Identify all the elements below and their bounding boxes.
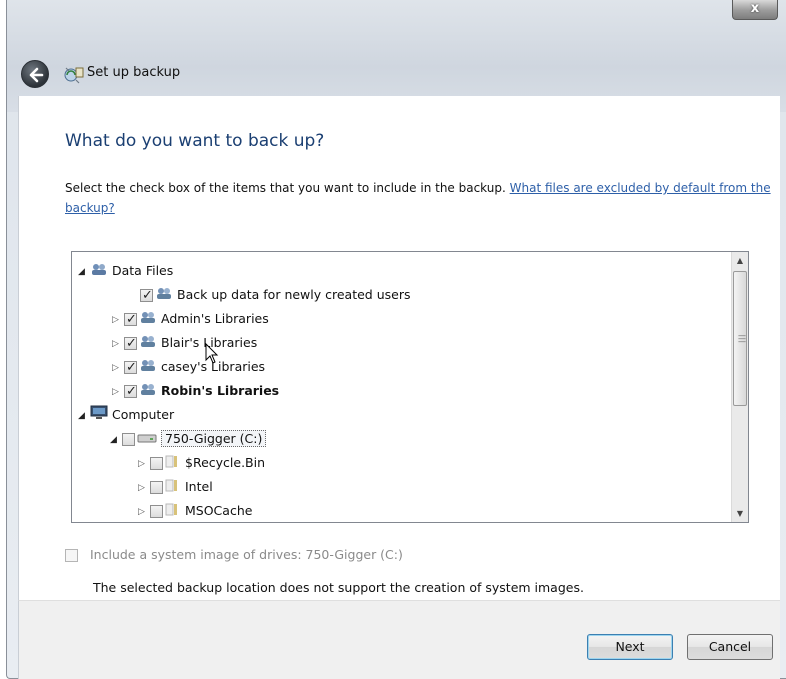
tree-item-label: Computer <box>112 407 175 422</box>
drive-icon <box>137 429 157 451</box>
tree-item[interactable]: ▷ Robin's Libraries <box>112 380 280 403</box>
collapsed-arrow-icon[interactable]: ▷ <box>112 333 124 355</box>
collapsed-arrow-icon[interactable]: ▷ <box>112 309 124 331</box>
system-image-label: Include a system image of drives: 750-Gi… <box>89 547 403 562</box>
system-image-notice: The selected backup location does not su… <box>93 580 584 595</box>
tree-item-label: Admin's Libraries <box>161 311 269 326</box>
item-checkbox[interactable] <box>150 481 163 494</box>
cancel-button[interactable]: Cancel <box>687 634 773 660</box>
tree-item[interactable]: ▷casey's Libraries <box>112 356 265 379</box>
users-icon <box>139 309 157 331</box>
tree-item[interactable]: ▷Blair's Libraries <box>112 332 257 355</box>
tree-item[interactable]: ◢ 750-Gigger (C:) <box>110 428 267 451</box>
scroll-down-arrow-icon[interactable]: ▼ <box>732 505 748 522</box>
tree-item[interactable]: ◢ Computer <box>78 404 174 426</box>
instructions-label: Select the check box of the items that y… <box>65 181 506 195</box>
item-checkbox[interactable] <box>124 309 137 331</box>
backup-setup-icon <box>64 67 84 84</box>
item-checkbox[interactable] <box>124 357 137 379</box>
item-checkbox[interactable] <box>124 381 137 403</box>
content-panel: What do you want to back up? Select the … <box>18 96 780 600</box>
tree-scrollbar[interactable]: ▲ — — — ▼ <box>731 252 748 522</box>
close-button[interactable]: x <box>732 0 778 20</box>
system-image-checkbox[interactable] <box>65 549 78 562</box>
backup-items-tree[interactable]: ▲ ——— ▼ ◢ Data FilesBack up data for newl… <box>71 251 749 523</box>
tree-item[interactable]: ▷ $Recycle.Bin <box>138 452 265 474</box>
collapsed-arrow-icon[interactable]: ▷ <box>138 453 150 475</box>
collapsed-arrow-icon[interactable]: ▷ <box>112 357 124 379</box>
tree-item-label: Data Files <box>112 263 174 278</box>
tree-item-label: $Recycle.Bin <box>185 455 266 470</box>
expanded-arrow-icon[interactable]: ◢ <box>78 405 90 427</box>
tree-item[interactable]: ▷ Intel <box>138 476 213 498</box>
item-checkbox[interactable] <box>150 457 163 470</box>
data-files-icon <box>90 261 108 283</box>
users-icon <box>139 333 157 355</box>
mouse-cursor-icon <box>205 343 219 364</box>
tree-item[interactable]: ▷ MSOCache <box>138 500 252 522</box>
users-icon <box>155 285 173 307</box>
tree-item-label: Robin's Libraries <box>161 383 280 398</box>
item-checkbox[interactable] <box>124 333 137 355</box>
scroll-up-arrow-icon[interactable]: ▲ <box>732 252 748 269</box>
collapsed-arrow-icon[interactable]: ▷ <box>138 477 150 499</box>
back-button[interactable] <box>21 60 49 88</box>
users-icon <box>139 357 157 379</box>
item-checkbox[interactable] <box>140 285 153 307</box>
wizard-footer: Next Cancel <box>18 600 780 679</box>
tree-item-label: 750-Gigger (C:) <box>161 430 267 447</box>
collapsed-arrow-icon[interactable]: ▷ <box>112 381 124 403</box>
item-checkbox[interactable] <box>122 433 135 446</box>
tree-item[interactable]: ◢ Data Files <box>78 260 173 282</box>
tree-item-label: Back up data for newly created users <box>177 287 411 302</box>
expanded-arrow-icon[interactable]: ◢ <box>110 429 122 451</box>
window-title: Set up backup <box>87 65 181 80</box>
scroll-thumb[interactable]: — — — <box>733 271 747 406</box>
page-heading: What do you want to back up? <box>65 131 325 151</box>
folder-icon <box>165 453 181 475</box>
instructions-text: Select the check box of the items that y… <box>65 178 775 218</box>
expanded-arrow-icon[interactable]: ◢ <box>78 261 90 283</box>
item-checkbox[interactable] <box>150 505 163 518</box>
tree-item[interactable]: Back up data for newly created users <box>128 284 411 307</box>
next-button[interactable]: Next <box>587 634 673 660</box>
computer-icon <box>90 405 108 427</box>
tree-item-label: Intel <box>185 479 213 494</box>
system-image-option[interactable]: Include a system image of drives: 750-Gi… <box>65 547 403 562</box>
collapsed-arrow-icon[interactable]: ▷ <box>138 501 150 523</box>
folder-icon <box>165 477 181 499</box>
tree-item[interactable]: ▷ Admin's Libraries <box>112 308 269 331</box>
users-icon <box>139 381 157 403</box>
tree-item-label: MSOCache <box>185 503 253 518</box>
folder-icon <box>165 501 181 523</box>
scroll-grip-icon: — — — <box>738 331 746 346</box>
back-arrow-icon <box>29 67 44 83</box>
